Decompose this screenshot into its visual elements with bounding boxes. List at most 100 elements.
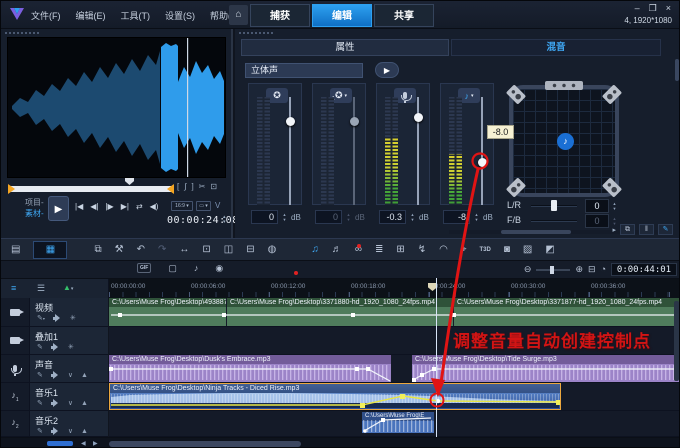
track-mute-icon[interactable] xyxy=(50,427,60,435)
split-screen-icon[interactable]: ◫ xyxy=(224,244,233,255)
menu-settings[interactable]: 设置(S) xyxy=(165,9,195,22)
db-stepper[interactable]: ▲ ▼ xyxy=(409,210,416,224)
trim-icon[interactable]: ∫ xyxy=(184,182,186,191)
tracker-icon[interactable]: ⌖ xyxy=(461,244,467,255)
undo-icon[interactable]: ↶ xyxy=(137,244,145,255)
volume-slider-handle[interactable] xyxy=(477,157,487,167)
scroll-right-icon[interactable]: ▶ xyxy=(93,440,98,447)
screen-record-icon[interactable]: ▢ xyxy=(168,263,177,273)
zoom-in-icon[interactable]: ⊕ xyxy=(575,265,583,274)
clip-mode-label[interactable]: 素材- xyxy=(25,208,44,219)
ripple-edit-icon[interactable]: ✎▾ xyxy=(37,314,45,322)
add-track-icon[interactable]: ▲▾ xyxy=(63,283,73,292)
header-mini-scrollbar[interactable] xyxy=(47,441,73,446)
scroll-left-icon[interactable]: ◀ xyxy=(81,440,86,447)
next-frame-button[interactable]: |▶ xyxy=(105,202,113,211)
fb-slider[interactable] xyxy=(531,220,577,222)
loop-button[interactable]: ⇄ xyxy=(136,202,143,211)
clip-music-2[interactable]: C:\Users\Muse Frog\E xyxy=(362,412,434,433)
minimize-button[interactable]: – xyxy=(635,3,640,14)
home-button[interactable]: ⌂ xyxy=(229,5,248,25)
prev-frame-button[interactable]: ◀| xyxy=(90,202,98,211)
db-value-overlay[interactable]: 0 xyxy=(315,210,342,224)
columns-icon[interactable]: ‖ xyxy=(639,224,654,235)
template-icon[interactable]: ⊟ xyxy=(246,244,254,255)
db-value-voice[interactable]: -0.3 xyxy=(379,210,406,224)
play-button[interactable]: ▶ xyxy=(48,196,69,221)
enlarge-icon[interactable]: ⊡ xyxy=(210,182,217,191)
timeline-scroll-thumb[interactable] xyxy=(109,441,301,447)
volume-slider-handle[interactable] xyxy=(349,116,359,126)
menu-edit[interactable]: 编辑(E) xyxy=(76,9,106,22)
timeline-vscroll[interactable] xyxy=(674,301,679,381)
menu-file[interactable]: 文件(F) xyxy=(31,9,61,22)
auto-music-icon[interactable]: ♬ xyxy=(332,244,342,255)
ripple-edit-icon[interactable]: ✎ xyxy=(37,399,43,407)
trim-bar[interactable] xyxy=(9,186,173,192)
go-start-button[interactable]: |◀ xyxy=(75,202,83,211)
subtitle-icon[interactable]: ≣ xyxy=(375,244,383,255)
surround-note-puck[interactable]: ♪ xyxy=(557,133,574,150)
sound-mixer-icon[interactable]: ♫ xyxy=(311,244,319,255)
lr-stepper[interactable]: ▲ ▼ xyxy=(611,199,618,213)
clip-voice-1[interactable]: C:\Users\Muse Frog\Desktop\Dusk's Embrac… xyxy=(109,355,391,382)
ripple-edit-icon[interactable]: ✎ xyxy=(37,371,43,379)
tab-edit[interactable]: 编辑 xyxy=(312,4,372,27)
edit-pencil-icon[interactable]: ✎ xyxy=(658,224,673,235)
adjust-icon[interactable]: ◩ xyxy=(545,244,554,255)
mark-in-icon[interactable]: [ xyxy=(177,182,179,191)
menu-tools[interactable]: 工具(T) xyxy=(121,9,151,22)
mixer-vscrollbar[interactable] xyxy=(675,59,679,81)
volume-envelope[interactable] xyxy=(109,355,391,382)
duration-icon[interactable]: ◔ xyxy=(601,265,606,274)
redo-icon[interactable]: ↷ xyxy=(158,244,166,255)
multicam-icon[interactable]: ⊞ xyxy=(396,244,404,255)
tab-mix[interactable]: 混音 xyxy=(451,39,661,56)
ripple-edit-icon[interactable]: ✎ xyxy=(37,427,43,435)
stereo-dropdown[interactable]: 立体声 xyxy=(245,63,363,78)
voiceover-icon[interactable]: ♪ xyxy=(194,263,199,273)
split-clip-icon[interactable]: ✂ xyxy=(199,182,206,191)
video-volume-envelope[interactable] xyxy=(109,298,680,327)
copy-icon[interactable]: ⧉ xyxy=(94,244,101,255)
ripple-edit-icon[interactable]: ✎ xyxy=(37,343,43,351)
timeline-playhead[interactable] xyxy=(436,278,437,437)
waveform-toggle-icon[interactable]: ∨ xyxy=(68,427,73,435)
ducking-icon[interactable]: ▲ xyxy=(81,372,88,379)
volume-button[interactable]: ◀) xyxy=(150,202,159,211)
db-stepper[interactable]: ▲ ▼ xyxy=(345,210,352,224)
timeline-ruler[interactable]: ≡ ☰ ▲▾ 00:00:00:00 00:00:06:00 00:00:12:… xyxy=(1,278,679,299)
fit-project-icon[interactable]: ↔ xyxy=(179,244,189,255)
panel-drag-handle[interactable] xyxy=(239,32,273,34)
track-mute-icon[interactable] xyxy=(52,314,62,322)
view-mode-label[interactable]: V xyxy=(215,201,220,210)
ducking-icon[interactable]: ▲ xyxy=(81,428,88,435)
maximize-button[interactable]: ❐ xyxy=(649,3,657,14)
close-button[interactable]: × xyxy=(666,3,671,14)
mixer-play-button[interactable]: ▶ xyxy=(375,62,399,78)
volume-slider-track[interactable] xyxy=(481,97,483,205)
lr-slider-thumb[interactable] xyxy=(551,200,557,211)
project-mode-label[interactable]: 项目- xyxy=(25,197,44,208)
frame-size-icon[interactable]: ⊡ xyxy=(202,244,210,255)
volume-slider-handle[interactable] xyxy=(285,116,295,126)
timeline-timecode[interactable]: 0:00:44:01 xyxy=(611,263,677,276)
pan-zoom-icon[interactable]: ▨ xyxy=(523,244,532,255)
surround-pad[interactable]: ♪ xyxy=(505,81,623,198)
volume-slider-track[interactable] xyxy=(353,97,355,205)
fb-value[interactable]: 0 xyxy=(585,214,609,228)
scrub-marker[interactable] xyxy=(125,178,134,185)
volume-envelope[interactable] xyxy=(412,355,680,382)
track-mute-icon[interactable] xyxy=(50,399,60,407)
tab-share[interactable]: 共享 xyxy=(374,4,434,27)
track-mute-icon[interactable] xyxy=(50,343,60,351)
db-value-music[interactable]: -8 xyxy=(443,210,470,224)
db-value-video[interactable]: 0 xyxy=(251,210,278,224)
lr-value[interactable]: 0 xyxy=(585,199,609,213)
3d-title-icon[interactable]: T3D xyxy=(480,247,491,253)
track-manager-icon[interactable]: ≡ xyxy=(11,283,16,293)
volume-envelope[interactable] xyxy=(362,412,434,433)
motion-tracking-icon[interactable]: ↯ xyxy=(418,244,426,255)
snapshot-icon[interactable]: ◉ xyxy=(215,263,223,273)
db-stepper[interactable]: ▲ ▼ xyxy=(281,210,288,224)
